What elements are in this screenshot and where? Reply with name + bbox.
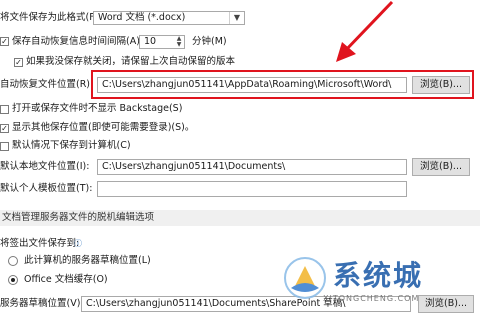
autorecover-location-label: 自动恢复文件位置(R):	[0, 79, 94, 90]
default-computer-checkbox[interactable]	[0, 142, 9, 151]
no-backstage-checkbox[interactable]	[0, 105, 9, 114]
save-format-select[interactable]: Word 文档 (*.docx) ▼	[93, 11, 245, 25]
server-drafts-radio[interactable]	[8, 256, 18, 266]
chevron-down-icon: ▼	[229, 12, 244, 24]
default-template-input[interactable]	[97, 181, 407, 197]
save-format-label: 将文件保存为此格式(F):	[0, 12, 102, 23]
default-computer-label: 默认情况下保存到计算机(C)	[12, 140, 131, 151]
office-cache-radio[interactable]	[8, 275, 18, 285]
server-drafts-label: 此计算机的服务器草稿位置(L)	[24, 255, 151, 266]
autorecover-minutes-value: 10	[144, 36, 157, 47]
no-backstage-label: 打开或保存文件时不显示 Backstage(S)	[12, 103, 183, 114]
server-drafts-location-label: 服务器草稿位置(V):	[0, 298, 84, 309]
office-cache-label: Office 文档缓存(O)	[24, 274, 108, 285]
watermark-text: 系统城	[333, 259, 424, 292]
default-local-label: 默认本地文件位置(I):	[0, 161, 90, 172]
autorecover-minutes-stepper[interactable]: 10 ▲ ▼	[139, 35, 185, 49]
save-format-value: Word 文档 (*.docx)	[98, 12, 186, 23]
offline-section-header: 文档管理服务器文件的脱机编辑选项	[0, 210, 480, 226]
keep-last-checkbox[interactable]: ✓	[14, 58, 23, 67]
minutes-label: 分钟(M)	[192, 36, 227, 47]
info-icon: ⓘ	[74, 239, 82, 248]
annotation-arrow-icon	[336, 0, 394, 62]
autorecover-checkbox[interactable]: ✓	[0, 37, 9, 46]
checkout-label: 将签出文件保存到:	[0, 238, 80, 249]
spin-down-icon[interactable]: ▼	[174, 42, 184, 48]
highlight-box	[91, 70, 474, 99]
watermark: 系统城 XITONGCHENG.COM	[283, 252, 473, 312]
show-additional-checkbox[interactable]: ✓	[0, 124, 9, 133]
browse-default-local-button[interactable]: 浏览(B)...	[412, 158, 470, 176]
watermark-url: XITONGCHENG.COM	[323, 294, 420, 303]
show-additional-label: 显示其他保存位置(即使可能需要登录)(S)。	[12, 122, 195, 133]
default-local-value: C:\Users\zhangjun051141\Documents\	[102, 161, 286, 172]
watermark-logo-icon	[284, 257, 326, 299]
autorecover-label: 保存自动恢复信息时间间隔(A)	[12, 36, 140, 47]
keep-last-label: 如果我没保存就关闭，请保留上次自动保留的版本	[26, 56, 236, 67]
default-template-label: 默认个人模板位置(T):	[0, 183, 93, 194]
default-local-input[interactable]: C:\Users\zhangjun051141\Documents\	[97, 159, 407, 175]
